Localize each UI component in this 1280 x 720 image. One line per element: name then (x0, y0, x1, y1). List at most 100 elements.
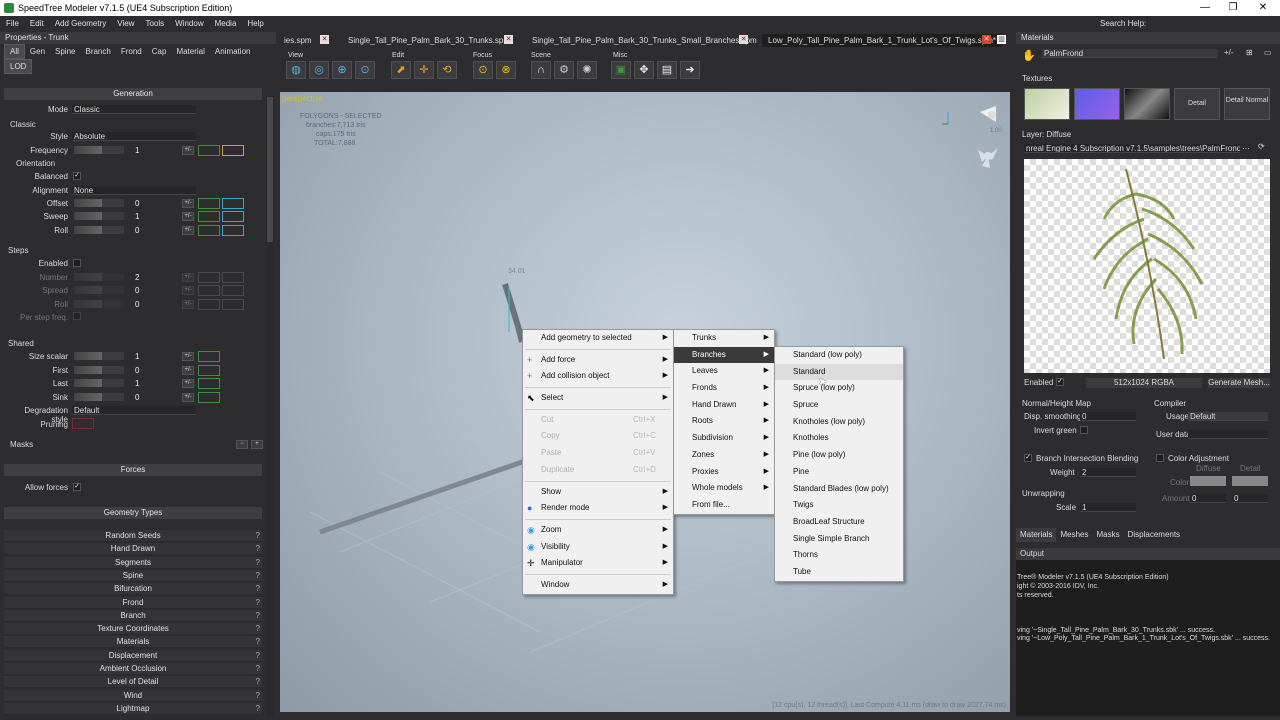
menu-tools[interactable]: Tools (145, 19, 164, 28)
search-help[interactable]: Search Help: (1100, 19, 1146, 28)
style-select[interactable]: Absolute (72, 132, 196, 141)
scene-icon[interactable]: ⚙ (554, 61, 574, 79)
menu-item-add-geometry[interactable]: Add geometry to selected ▶ (523, 330, 673, 347)
zoom-icon[interactable]: ⊕ (332, 61, 352, 79)
offset-swatch-2[interactable] (222, 198, 244, 209)
material-add-button[interactable]: +/- (1224, 48, 1234, 57)
doc-tab-active[interactable]: Low_Poly_Tall_Pine_Palm_Bark_1_Trunk_Lot… (762, 34, 1003, 47)
mode-select[interactable]: Classic (72, 105, 196, 114)
disp-smoothing-input[interactable]: 0 (1080, 412, 1136, 421)
branch-type-item[interactable]: Thorns (775, 547, 903, 564)
size-scalar-slider[interactable] (74, 352, 124, 360)
frequency-value[interactable]: 1 (133, 146, 171, 155)
magnet-icon[interactable]: ∩ (531, 61, 551, 79)
menu-item-add-force[interactable]: + Add force ▶ (523, 352, 673, 369)
move-scene-icon[interactable]: ✥ (634, 61, 654, 79)
tab-gen[interactable]: Gen (25, 45, 50, 58)
offset-swatch[interactable] (198, 198, 220, 209)
tab-animation[interactable]: Animation (210, 45, 256, 58)
menu-media[interactable]: Media (215, 19, 237, 28)
focus-none-icon[interactable]: ⊗ (496, 61, 516, 79)
menu-item-select[interactable]: ⬉ Select ▶ (523, 390, 673, 407)
doc-tab-1[interactable]: ies.spm (284, 34, 312, 47)
arrow-right-icon[interactable]: ➜ (680, 61, 700, 79)
generation-header[interactable]: Generation (4, 88, 262, 100)
sink-slider[interactable] (74, 393, 124, 401)
globe-icon[interactable]: ◍ (286, 61, 306, 79)
spread-slider[interactable] (74, 286, 124, 294)
list-item[interactable]: Displacement? (4, 650, 262, 662)
first-curve-button[interactable]: +/- (182, 366, 194, 375)
sweep-swatch[interactable] (198, 211, 220, 222)
number-curve-button[interactable]: +/- (182, 273, 194, 282)
tab-all[interactable]: All (4, 44, 25, 59)
list-item[interactable]: Spine? (4, 570, 262, 582)
branch-type-item[interactable]: Pine (low poly) (775, 447, 903, 464)
normal-thumb[interactable] (1074, 88, 1120, 120)
branch-type-item[interactable]: Tube (775, 564, 903, 581)
reload-icon[interactable]: ⟳ (1258, 142, 1265, 151)
wind-icon[interactable]: ✺ (577, 61, 597, 79)
first-value[interactable]: 0 (133, 366, 171, 375)
steps-roll-curve-button[interactable]: +/- (182, 300, 194, 309)
tab-spine[interactable]: Spine (50, 45, 80, 58)
steps-roll-value[interactable]: 0 (133, 300, 171, 309)
close-icon[interactable]: ✕ (982, 35, 991, 44)
submenu-branches[interactable]: Branches ▶ (674, 346, 774, 364)
invert-green-checkbox[interactable] (1080, 426, 1088, 434)
number-swatch[interactable] (198, 272, 220, 283)
list-item[interactable]: Materials? (4, 636, 262, 648)
list-item[interactable]: Wind? (4, 690, 262, 702)
branch-type-item[interactable]: Knotholes (low poly) (775, 414, 903, 431)
fan-icon[interactable] (978, 148, 998, 168)
branch-type-item[interactable]: Standard (low poly) (775, 347, 903, 364)
submenu-whole-models[interactable]: Whole models ▶ (674, 480, 774, 497)
branch-type-item[interactable]: Spruce (775, 397, 903, 414)
per-step-freq-checkbox[interactable] (73, 312, 81, 320)
menu-add-geometry[interactable]: Add Geometry (55, 19, 107, 28)
sweep-curve-button[interactable]: +/- (182, 212, 194, 221)
branch-type-item[interactable]: Standard (775, 363, 903, 381)
menu-item-visibility[interactable]: ◉ Visibility ▶ (523, 539, 673, 556)
masks-add-button[interactable]: + (251, 440, 263, 449)
frequency-swatch-2[interactable] (222, 145, 244, 156)
list-item[interactable]: Lightmap? (4, 703, 262, 715)
menu-help[interactable]: Help (247, 19, 263, 28)
tab-layout-icon[interactable]: ▥ (997, 35, 1006, 44)
close-icon[interactable]: ✕ (320, 35, 329, 44)
spread-curve-button[interactable]: +/- (182, 286, 194, 295)
submenu-roots[interactable]: Roots ▶ (674, 413, 774, 430)
alignment-select[interactable]: None (72, 186, 196, 195)
orbit-icon[interactable]: ◎ (309, 61, 329, 79)
offset-curve-button[interactable]: +/- (182, 199, 194, 208)
hand-icon[interactable]: ✋ (1022, 49, 1036, 62)
menu-item-add-collision[interactable]: + Add collision object ▶ (523, 368, 673, 385)
roll-slider[interactable] (74, 226, 124, 234)
sweep-swatch-2[interactable] (222, 211, 244, 222)
branch-type-item[interactable]: Spruce (low poly) (775, 380, 903, 397)
list-item[interactable]: Level of Detail? (4, 676, 262, 688)
scale-input[interactable]: 1 (1080, 503, 1136, 512)
submenu-from-file[interactable]: From file... (674, 497, 774, 514)
sweep-slider[interactable] (74, 212, 124, 220)
light-icon[interactable] (980, 106, 996, 122)
first-swatch[interactable] (198, 365, 220, 376)
texture-path[interactable]: nreal Engine 4 Subscription v7.1.5\sampl… (1024, 144, 1240, 153)
material-select[interactable]: PalmFrond (1042, 49, 1218, 58)
diffuse-amount[interactable]: 0 (1190, 494, 1226, 503)
roll-swatch-2[interactable] (222, 225, 244, 236)
rotate-icon[interactable]: ⟲ (437, 61, 457, 79)
spread-swatch-2[interactable] (222, 285, 244, 296)
menu-item-zoom[interactable]: ◉ Zoom ▶ (523, 522, 673, 539)
material-remove-button[interactable]: ▭ (1264, 48, 1272, 57)
steps-roll-swatch[interactable] (198, 299, 220, 310)
sink-curve-button[interactable]: +/- (182, 393, 194, 402)
geometry-types-header[interactable]: Geometry Types (4, 507, 262, 519)
axis-gizmo[interactable] (942, 112, 949, 125)
tab-material[interactable]: Material (171, 45, 209, 58)
number-value[interactable]: 2 (133, 273, 171, 282)
last-curve-button[interactable]: +/- (182, 379, 194, 388)
box-icon[interactable]: ▣ (611, 61, 631, 79)
list-item[interactable]: Ambient Occlusion? (4, 663, 262, 675)
tab-cap[interactable]: Cap (147, 45, 172, 58)
